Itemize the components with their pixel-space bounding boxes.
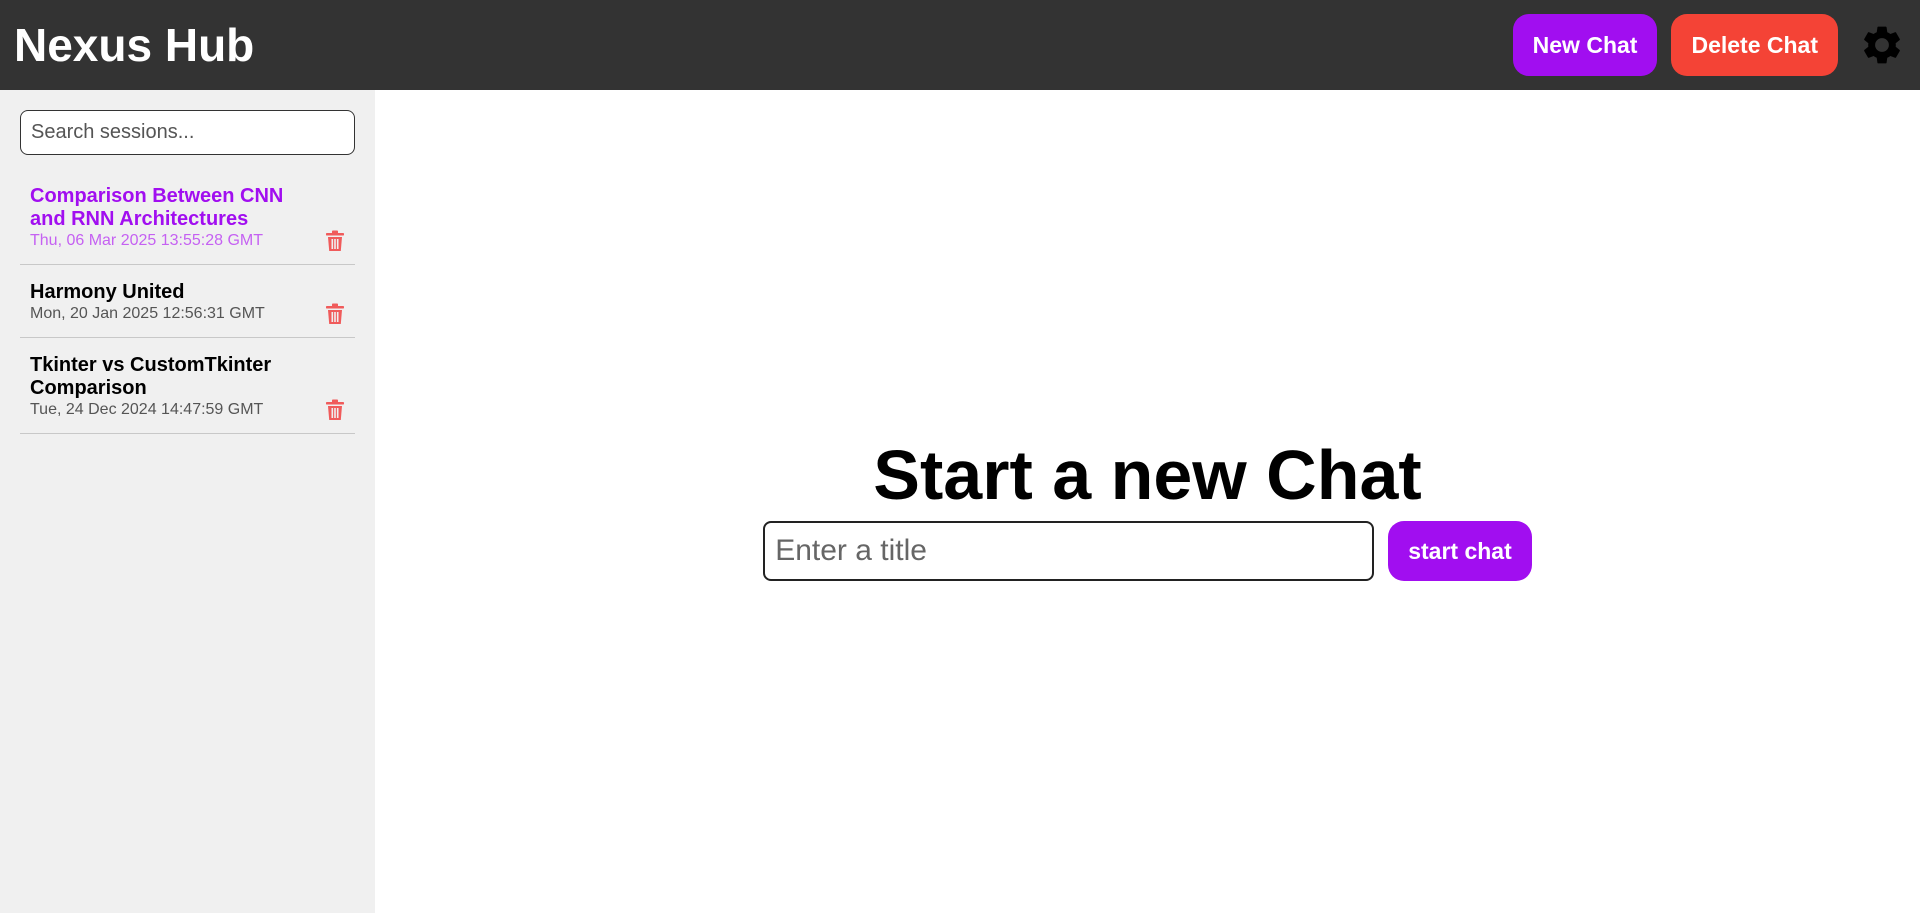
- session-title: Comparison Between CNN and RNN Architect…: [30, 185, 284, 230]
- new-chat-row: start chat: [763, 521, 1532, 581]
- session-item[interactable]: Comparison Between CNN and RNN Architect…: [20, 169, 355, 265]
- app-title: Nexus Hub: [14, 19, 255, 71]
- start-chat-button[interactable]: start chat: [1388, 521, 1532, 581]
- new-chat-form: Start a new Chat start chat: [375, 435, 1920, 581]
- page-title: Start a new Chat: [873, 436, 1422, 514]
- sidebar: Comparison Between CNN and RNN Architect…: [0, 90, 375, 913]
- trash-icon[interactable]: [325, 230, 345, 252]
- chat-title-input[interactable]: [763, 521, 1375, 581]
- session-date: Mon, 20 Jan 2025 12:56:31 GMT: [30, 305, 265, 322]
- header-actions: New Chat Delete Chat: [1512, 14, 1906, 76]
- delete-chat-button[interactable]: Delete Chat: [1671, 14, 1838, 76]
- search-input[interactable]: [20, 110, 355, 155]
- trash-icon[interactable]: [325, 399, 345, 421]
- session-title: Harmony United: [30, 281, 185, 303]
- gear-icon[interactable]: [1858, 21, 1906, 69]
- session-item[interactable]: Tkinter vs CustomTkinter Comparison Tue,…: [20, 338, 355, 434]
- session-item[interactable]: Harmony United Mon, 20 Jan 2025 12:56:31…: [20, 265, 355, 338]
- app-header: Nexus Hub New Chat Delete Chat: [0, 0, 1920, 90]
- new-chat-button[interactable]: New Chat: [1512, 14, 1658, 76]
- session-date: Thu, 06 Mar 2025 13:55:28 GMT: [30, 232, 264, 249]
- session-list: Comparison Between CNN and RNN Architect…: [20, 169, 355, 434]
- trash-icon[interactable]: [325, 303, 345, 325]
- main-panel: Start a new Chat start chat: [375, 90, 1920, 913]
- session-title: Tkinter vs CustomTkinter Comparison: [30, 354, 272, 399]
- session-date: Tue, 24 Dec 2024 14:47:59 GMT: [30, 401, 264, 418]
